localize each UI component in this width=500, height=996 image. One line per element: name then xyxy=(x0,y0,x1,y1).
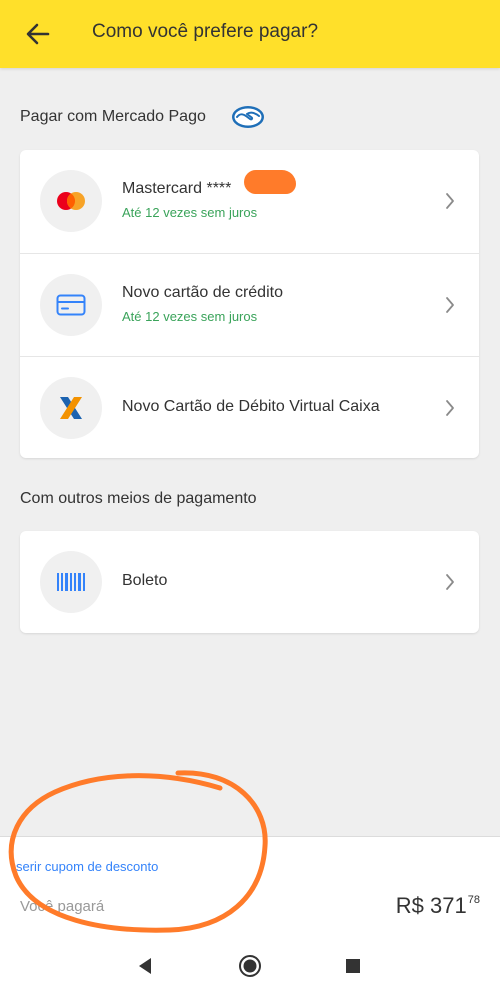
section-title-mercado-pago: Pagar com Mercado Pago xyxy=(20,108,206,125)
mercado-pago-logo-icon xyxy=(232,106,264,128)
nav-recents-icon[interactable] xyxy=(345,958,361,974)
back-arrow-icon[interactable] xyxy=(22,18,54,50)
total-amount: R$ 37178 xyxy=(396,893,480,919)
page-title: Como você prefere pagar? xyxy=(92,21,319,42)
installments-text: Até 12 vezes sem juros xyxy=(122,205,258,220)
chevron-right-icon xyxy=(446,297,454,313)
method-title: Mastercard **** xyxy=(122,180,232,197)
mercado-pago-methods-card: Mastercard **** Até 12 vezes sem juros N… xyxy=(20,150,479,458)
pay-label: Você pagará xyxy=(20,898,105,915)
nav-home-icon[interactable] xyxy=(238,954,262,978)
system-navigation-bar xyxy=(0,936,500,996)
chevron-right-icon xyxy=(446,400,454,416)
installments-text: Até 12 vezes sem juros xyxy=(122,309,258,324)
redaction-scribble xyxy=(244,170,296,194)
amount-main: R$ 371 xyxy=(395,893,467,918)
payment-method-boleto[interactable]: Boleto xyxy=(20,531,479,633)
caixa-logo-icon xyxy=(40,377,102,439)
method-title: Novo cartão de crédito xyxy=(122,284,283,301)
coupon-link[interactable]: serir cupom de desconto xyxy=(16,859,158,874)
other-methods-card: Boleto xyxy=(20,531,479,633)
method-title: Boleto xyxy=(122,572,168,589)
barcode-icon xyxy=(40,551,102,613)
chevron-right-icon xyxy=(446,574,454,590)
chevron-right-icon xyxy=(446,193,454,209)
app-header: Como você prefere pagar? xyxy=(0,0,500,68)
nav-back-icon[interactable] xyxy=(136,956,154,976)
payment-method-mastercard[interactable]: Mastercard **** Até 12 vezes sem juros xyxy=(20,150,479,253)
method-title: Novo Cartão de Débito Virtual Caixa xyxy=(122,398,380,415)
amount-cents: 78 xyxy=(467,894,480,906)
mastercard-icon xyxy=(40,170,102,232)
credit-card-icon xyxy=(40,274,102,336)
payment-method-new-credit-card[interactable]: Novo cartão de crédito Até 12 vezes sem … xyxy=(20,253,479,357)
payment-method-caixa-debit[interactable]: Novo Cartão de Débito Virtual Caixa xyxy=(20,356,479,459)
payment-summary-bar: serir cupom de desconto Você pagará R$ 3… xyxy=(0,836,500,937)
section-title-other-methods: Com outros meios de pagamento xyxy=(20,490,257,507)
